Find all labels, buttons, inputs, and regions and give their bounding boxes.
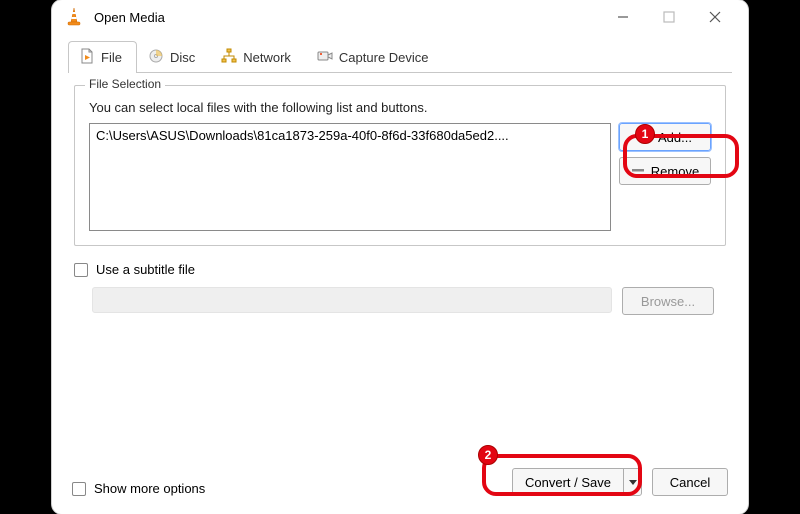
convert-save-dropdown[interactable] bbox=[623, 469, 641, 495]
subtitle-checkbox[interactable] bbox=[74, 263, 88, 277]
add-button-label: Add... bbox=[658, 130, 692, 145]
tab-bar: File Disc Network Capture Device bbox=[68, 40, 732, 73]
tab-capture-label: Capture Device bbox=[339, 50, 429, 65]
subtitle-row: Use a subtitle file bbox=[74, 262, 726, 277]
cancel-button[interactable]: Cancel bbox=[652, 468, 728, 496]
more-options-label: Show more options bbox=[94, 481, 205, 496]
network-icon bbox=[221, 48, 237, 67]
browse-button-label: Browse... bbox=[641, 294, 695, 309]
more-options-checkbox[interactable] bbox=[72, 482, 86, 496]
titlebar: Open Media bbox=[52, 0, 748, 34]
minimize-button[interactable] bbox=[600, 2, 646, 32]
tab-disc-label: Disc bbox=[170, 50, 195, 65]
chevron-down-icon bbox=[629, 473, 637, 491]
convert-save-button[interactable]: Convert / Save bbox=[512, 468, 642, 496]
plus-icon bbox=[638, 129, 652, 146]
remove-button-label: Remove bbox=[651, 164, 699, 179]
maximize-button[interactable] bbox=[646, 2, 692, 32]
close-button[interactable] bbox=[692, 2, 738, 32]
cancel-button-label: Cancel bbox=[670, 475, 710, 490]
file-list[interactable]: C:\Users\ASUS\Downloads\81ca1873-259a-40… bbox=[89, 123, 611, 231]
tab-network-label: Network bbox=[243, 50, 291, 65]
vlc-cone-icon bbox=[64, 7, 84, 27]
dialog-footer: Show more options Convert / Save Cancel bbox=[52, 458, 748, 514]
tab-disc[interactable]: Disc bbox=[137, 41, 210, 73]
add-button[interactable]: Add... bbox=[619, 123, 711, 151]
file-icon bbox=[79, 48, 95, 67]
capture-icon bbox=[317, 48, 333, 67]
file-selection-group: File Selection You can select local file… bbox=[74, 85, 726, 246]
convert-save-label[interactable]: Convert / Save bbox=[513, 469, 623, 495]
subtitle-checkbox-label: Use a subtitle file bbox=[96, 262, 195, 277]
tab-capture[interactable]: Capture Device bbox=[306, 41, 444, 73]
tab-file[interactable]: File bbox=[68, 41, 137, 73]
file-selection-legend: File Selection bbox=[85, 77, 165, 91]
file-list-item[interactable]: C:\Users\ASUS\Downloads\81ca1873-259a-40… bbox=[96, 128, 509, 143]
file-selection-hint: You can select local files with the foll… bbox=[89, 100, 711, 115]
tab-network[interactable]: Network bbox=[210, 41, 306, 73]
window-title: Open Media bbox=[94, 10, 600, 25]
remove-button[interactable]: Remove bbox=[619, 157, 711, 185]
disc-icon bbox=[148, 48, 164, 67]
tab-file-label: File bbox=[101, 50, 122, 65]
minus-icon bbox=[631, 163, 645, 180]
browse-button: Browse... bbox=[622, 287, 714, 315]
subtitle-path-field bbox=[92, 287, 612, 313]
open-media-dialog: Open Media File Disc Networ bbox=[52, 0, 748, 514]
